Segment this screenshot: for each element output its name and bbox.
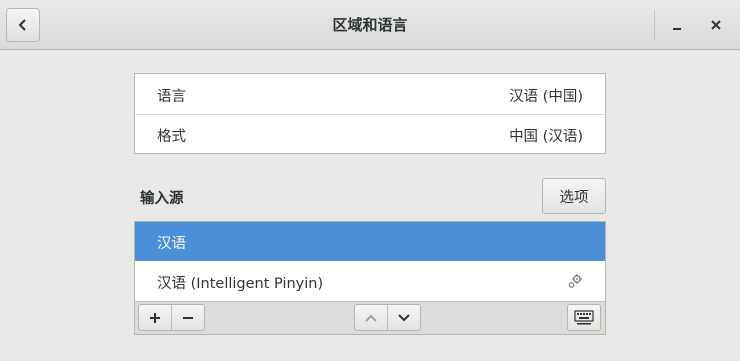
header-separator xyxy=(654,10,655,40)
move-up-button[interactable] xyxy=(354,304,388,331)
minimize-icon xyxy=(673,28,681,30)
chevron-up-icon xyxy=(365,314,377,322)
language-label: 语言 xyxy=(157,89,186,105)
language-format-list: 语言 汉语 (中国) 格式 中国 (汉语) xyxy=(134,73,606,154)
window-title: 区域和语言 xyxy=(332,16,408,34)
gears-icon[interactable] xyxy=(567,273,583,289)
format-row[interactable]: 格式 中国 (汉语) xyxy=(135,114,605,154)
input-source-label: 汉语 xyxy=(157,236,186,252)
input-sources-toolbar xyxy=(135,301,605,334)
minimize-button[interactable] xyxy=(664,12,690,38)
minus-icon xyxy=(183,316,193,319)
remove-input-source-button[interactable] xyxy=(171,304,205,331)
keyboard-layout-icon xyxy=(574,309,594,324)
input-sources-heading: 输入源 xyxy=(140,191,184,207)
region-language-window: 区域和语言 语言 汉语 (中国) 格式 中国 (汉语) 输入源 选项 汉语 汉语… xyxy=(0,0,740,361)
show-keyboard-layout-button[interactable] xyxy=(567,304,601,331)
input-sources-list: 汉语 汉语 (Intelligent Pinyin) xyxy=(134,221,606,335)
plus-icon xyxy=(150,312,160,323)
format-value: 中国 (汉语) xyxy=(509,129,583,145)
language-value: 汉语 (中国) xyxy=(509,89,583,105)
language-row[interactable]: 语言 汉语 (中国) xyxy=(135,74,605,115)
add-input-source-button[interactable] xyxy=(138,304,172,331)
options-button[interactable]: 选项 xyxy=(542,178,606,214)
input-source-item-intelligent-pinyin[interactable]: 汉语 (Intelligent Pinyin) xyxy=(135,262,605,301)
close-button[interactable] xyxy=(703,12,729,38)
chevron-down-icon xyxy=(398,313,410,321)
format-label: 格式 xyxy=(157,129,186,145)
header-bar: 区域和语言 xyxy=(0,0,740,50)
input-source-item-hanyu[interactable]: 汉语 xyxy=(135,222,605,261)
close-icon xyxy=(711,20,721,30)
move-down-button[interactable] xyxy=(387,304,421,331)
input-source-label: 汉语 (Intelligent Pinyin) xyxy=(157,276,324,292)
